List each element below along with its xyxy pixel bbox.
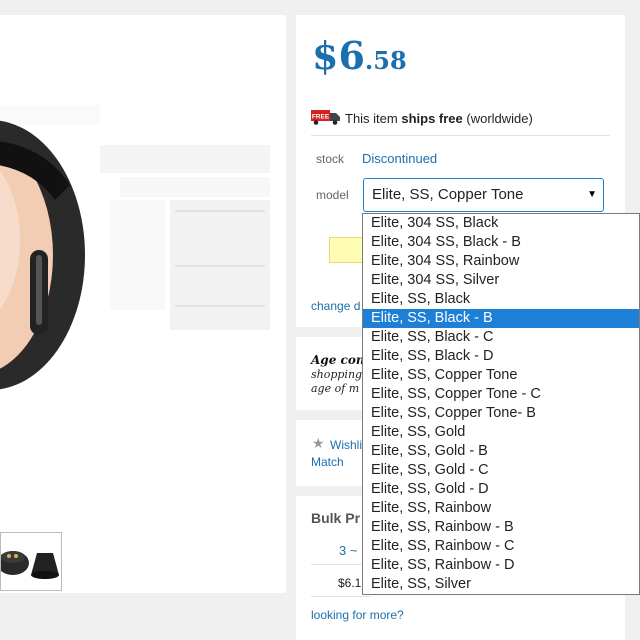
model-option[interactable]: Elite, SS, Black - C (363, 328, 639, 347)
bulk-quantity[interactable]: 3 ~ (339, 543, 357, 558)
price-cents: .58 (364, 46, 407, 75)
model-option[interactable]: Elite, 304 SS, Black (363, 214, 639, 233)
divider (311, 596, 371, 597)
model-option-highlighted[interactable]: Elite, SS, Black - B (363, 309, 639, 328)
model-option[interactable]: Elite, SS, Black (363, 290, 639, 309)
shipping-bold: ships free (401, 111, 463, 126)
model-option[interactable]: Elite, SS, Gold - D (363, 480, 639, 499)
free-shipping-truck-icon: FREE (311, 109, 341, 128)
model-select-value: Elite, SS, Copper Tone (372, 186, 524, 203)
wishlist-link[interactable]: Wishli (330, 438, 362, 452)
price-currency: $ (312, 33, 339, 78)
model-option[interactable]: Elite, SS, Copper Tone (363, 366, 639, 385)
product-image[interactable] (0, 105, 286, 435)
dropdown-arrow-icon: ▼ (587, 189, 597, 200)
product-gallery (0, 15, 286, 593)
model-select[interactable]: Elite, SS, Copper Tone ▼ (363, 178, 604, 212)
model-label: model (316, 188, 349, 202)
shipping-text-before: This item (345, 111, 402, 126)
model-option[interactable]: Elite, 304 SS, Black - B (363, 233, 639, 252)
stock-label: stock (316, 152, 345, 166)
model-option[interactable]: Elite, SS, Silver (363, 575, 639, 594)
model-option[interactable]: Elite, SS, Gold (363, 423, 639, 442)
model-option[interactable]: Elite, SS, Rainbow (363, 499, 639, 518)
price-match-link[interactable]: Match (311, 455, 344, 469)
model-option[interactable]: Elite, SS, Copper Tone - C (363, 385, 639, 404)
model-option[interactable]: Elite, SS, Rainbow - D (363, 556, 639, 575)
looking-for-more-link[interactable]: looking for more? (311, 608, 404, 622)
change-link[interactable]: change d (311, 299, 360, 313)
free-badge-text: FREE (312, 114, 330, 121)
model-option[interactable]: Elite, SS, Gold - C (363, 461, 639, 480)
thumbnail-image[interactable] (0, 532, 62, 591)
bulk-pricing-title: Bulk Pr (311, 510, 361, 526)
star-icon: ★ (312, 435, 325, 451)
price-dollars: 6 (338, 33, 365, 78)
model-option[interactable]: Elite, SS, Black - D (363, 347, 639, 366)
model-option[interactable]: Elite, SS, Copper Tone- B (363, 404, 639, 423)
price: $6.58 (312, 33, 407, 78)
age-notice-title: Age con (311, 353, 365, 367)
model-option[interactable]: Elite, 304 SS, Rainbow (363, 252, 639, 271)
shipping-info: FREE This item ships free (worldwide) (311, 109, 533, 128)
bulk-price: $6.1 (338, 576, 362, 590)
stock-status: Discontinued (362, 151, 438, 166)
divider (311, 135, 610, 136)
model-option[interactable]: Elite, SS, Gold - B (363, 442, 639, 461)
model-option[interactable]: Elite, SS, Rainbow - B (363, 518, 639, 537)
model-dropdown-list[interactable]: Elite, 304 SS, Black Elite, 304 SS, Blac… (362, 213, 640, 595)
age-notice-line-1: shopping (311, 368, 363, 381)
model-option[interactable]: Elite, SS, Rainbow - C (363, 537, 639, 556)
age-notice-line-2: age of m (311, 382, 360, 395)
model-option[interactable]: Elite, 304 SS, Silver (363, 271, 639, 290)
shipping-text-after: (worldwide) (462, 111, 533, 126)
